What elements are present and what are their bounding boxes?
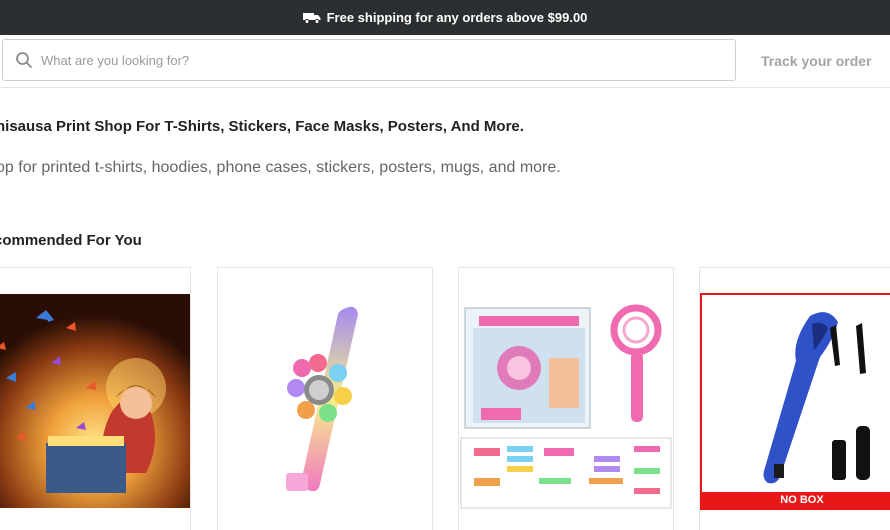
search-input[interactable] [41, 52, 721, 68]
search-row: Track your order [0, 35, 890, 88]
search-box[interactable] [2, 39, 736, 81]
recommended-heading: commended For You [0, 232, 142, 249]
product-image-hair-curler[interactable] [700, 268, 890, 530]
announcement-bar: Free shipping for any orders above $99.0… [0, 0, 890, 35]
product-card[interactable] [217, 267, 433, 530]
product-card[interactable]: NO BOX [699, 267, 890, 530]
track-order-link[interactable]: Track your order [761, 53, 872, 69]
product-image-hair-braider-kit[interactable] [459, 268, 674, 530]
truck-icon [302, 12, 321, 24]
product-card[interactable] [0, 267, 191, 530]
announcement-text: Free shipping for any orders above $99.0… [326, 10, 588, 25]
product-image-spinner-wristband[interactable] [218, 268, 433, 530]
shop-subtitle: op for printed t-shirts, hoodies, phone … [0, 159, 561, 176]
search-icon[interactable] [15, 51, 33, 69]
no-box-badge: NO BOX [702, 492, 890, 508]
shop-title: nisausa Print Shop For T-Shirts, Sticker… [0, 118, 524, 135]
product-card[interactable] [458, 267, 674, 530]
product-image-girl-butterflies[interactable] [0, 268, 191, 530]
